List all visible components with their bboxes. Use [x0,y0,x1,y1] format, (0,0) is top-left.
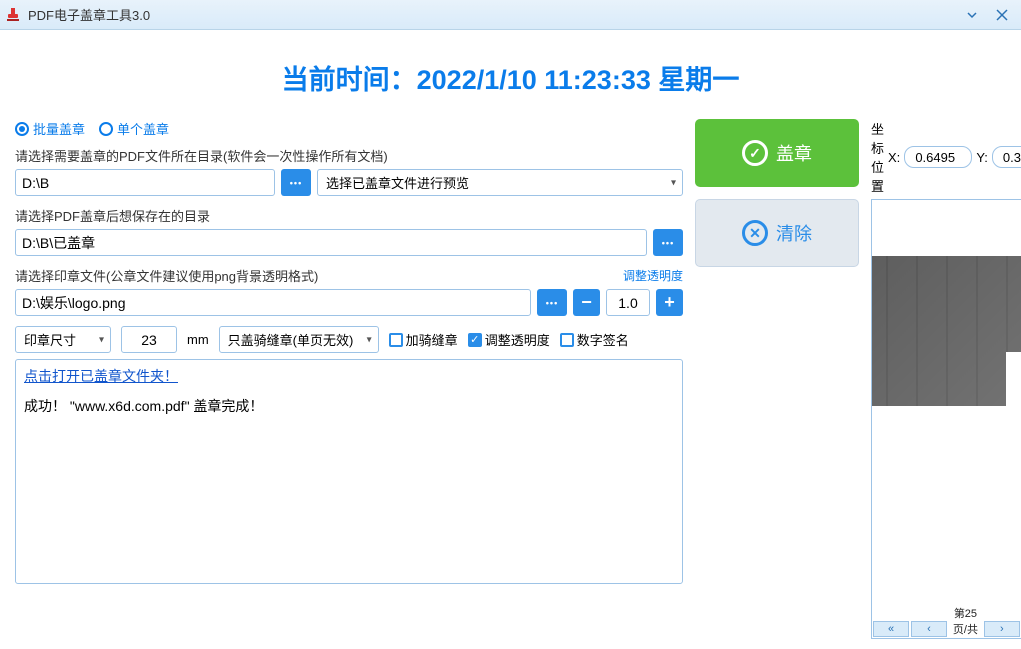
save-dir-label: 请选择PDF盖章后想保存在的目录 [15,206,683,225]
save-dir-browse-button[interactable]: ••• [653,229,683,256]
adjust-opacity-link[interactable]: 调整透明度 [623,267,683,284]
digital-sign-label: 数字签名 [577,330,629,349]
chevron-down-icon: ▾ [367,334,372,345]
nav-next-button[interactable]: › [984,621,1020,637]
coord-y-label: Y: [976,150,988,165]
stamp-file-browse-button[interactable]: ••• [537,289,567,316]
check-circle-icon: ✓ [742,140,768,166]
ride-mode-value: 只盖骑缝章(单页无效) [228,330,354,349]
window-title: PDF电子盖章工具3.0 [28,5,957,24]
preview-pane[interactable]: « ‹ 第25页/共161页 › » [871,199,1021,639]
save-dir-input[interactable] [15,229,647,256]
preview-page-image [871,256,1021,406]
nav-first-button[interactable]: « [873,621,909,637]
open-stamped-folder-link[interactable]: 点击打开已盖章文件夹！ [24,366,674,386]
add-ride-label: 加骑缝章 [406,330,458,349]
preview-select[interactable]: 选择已盖章文件进行预览 ▾ [317,169,683,196]
digital-sign-checkbox[interactable]: 数字签名 [560,330,629,349]
mode-batch-label: 批量盖章 [33,119,85,138]
src-dir-input[interactable] [15,169,275,196]
log-output: 点击打开已盖章文件夹！ 成功！ "www.x6d.com.pdf" 盖章完成！ [15,359,683,584]
stamp-button-label: 盖章 [776,140,812,166]
current-time-header: 当前时间：2022/1/10 11:23:33 星期一 [15,58,1006,97]
log-success-line: 成功！ "www.x6d.com.pdf" 盖章完成！ [24,396,674,416]
coord-display: 坐标位置 X: 0.6495 Y: 0.3547 [871,119,1021,195]
mode-single-radio[interactable]: 单个盖章 [99,119,169,138]
coord-x-value[interactable]: 0.6495 [904,146,972,168]
stamp-button[interactable]: ✓ 盖章 [695,119,859,187]
stamp-file-input[interactable] [15,289,531,316]
checkbox-unchecked-icon [389,333,403,347]
minimize-button[interactable] [957,1,987,29]
close-button[interactable] [987,1,1017,29]
mm-unit-label: mm [187,332,209,347]
app-stamp-icon [4,6,22,24]
stamp-overlay [1006,352,1021,406]
src-dir-label: 请选择需要盖章的PDF文件所在目录(软件会一次性操作所有文档) [15,146,683,165]
checkbox-unchecked-icon [560,333,574,347]
page-nav-bar: « ‹ 第25页/共161页 › » [872,620,1021,638]
coord-pos-label: 坐标位置 [871,119,884,195]
chevron-down-icon: ▾ [671,177,676,188]
ride-mode-select[interactable]: 只盖骑缝章(单页无效) ▾ [219,326,379,353]
stamp-size-value[interactable]: 23 [121,326,177,353]
opacity-minus-button[interactable]: − [573,289,600,316]
stamp-size-select-value: 印章尺寸 [24,330,76,349]
opacity-plus-button[interactable]: + [656,289,683,316]
add-ride-checkbox[interactable]: 加骑缝章 [389,330,458,349]
coord-x-label: X: [888,150,900,165]
stamp-file-label: 请选择印章文件(公章文件建议使用png背景透明格式) 调整透明度 [15,266,683,285]
opacity-value[interactable]: 1.0 [606,289,650,316]
preview-select-value: 选择已盖章文件进行预览 [326,173,469,192]
radio-checked-icon [15,122,29,136]
stamp-size-select[interactable]: 印章尺寸 ▾ [15,326,111,353]
adjust-opacity-checkbox[interactable]: ✓ 调整透明度 [468,330,550,349]
adjust-opacity-label: 调整透明度 [485,330,550,349]
mode-single-label: 单个盖章 [117,119,169,138]
clear-button[interactable]: ✕ 清除 [695,199,859,267]
chevron-down-icon: ▾ [99,334,104,345]
checkbox-checked-icon: ✓ [468,333,482,347]
nav-prev-button[interactable]: ‹ [911,621,947,637]
nav-page-info: 第25页/共161页 [948,605,983,639]
coord-y-value[interactable]: 0.3547 [992,146,1021,168]
mode-batch-radio[interactable]: 批量盖章 [15,119,85,138]
src-dir-browse-button[interactable]: ••• [281,169,311,196]
radio-unchecked-icon [99,122,113,136]
clear-button-label: 清除 [776,220,812,246]
title-bar: PDF电子盖章工具3.0 [0,0,1021,30]
stamp-file-label-text: 请选择印章文件(公章文件建议使用png背景透明格式) [15,266,318,285]
x-circle-icon: ✕ [742,220,768,246]
